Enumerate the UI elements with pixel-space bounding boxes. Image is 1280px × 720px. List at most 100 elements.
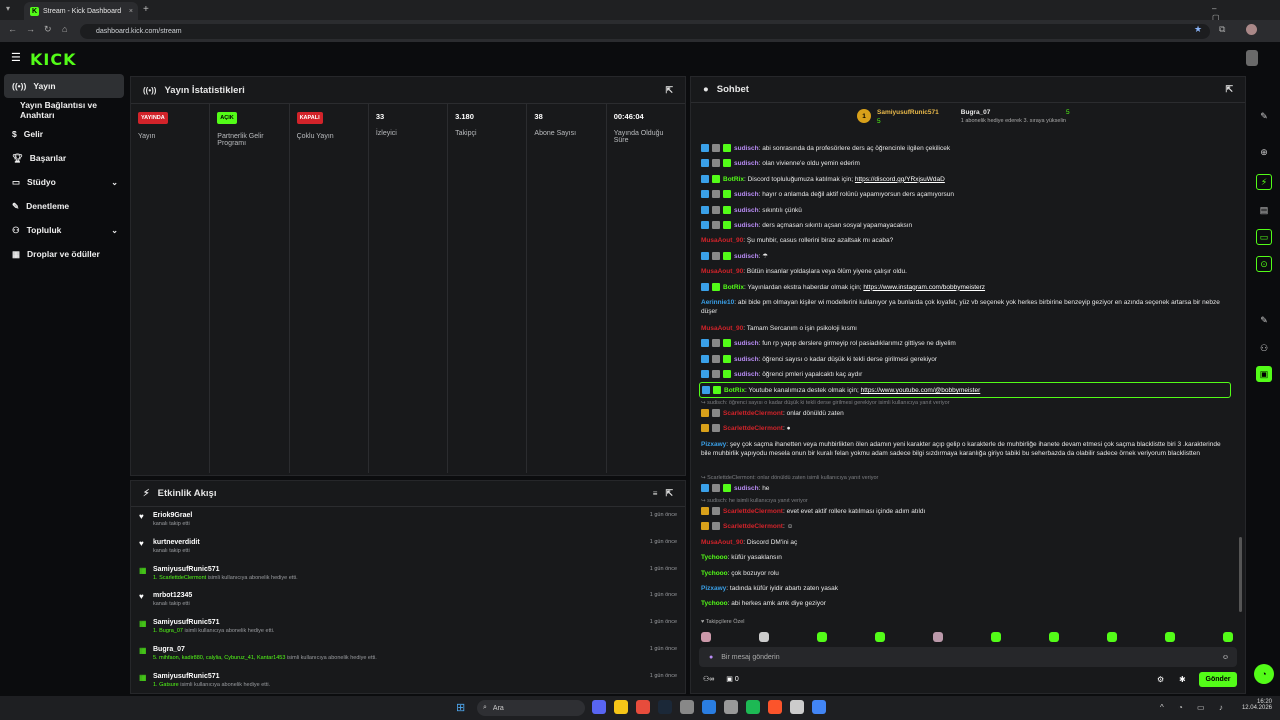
lightning-icon[interactable]: ⚡︎ [1256, 174, 1272, 190]
sidebar-item-droplar[interactable]: ▦ Droplar ve ödüller [0, 242, 128, 266]
gear-icon[interactable]: ✱ [1179, 675, 1186, 684]
chest-icon[interactable]: ▣ 0 [726, 675, 738, 683]
taskbar-app-icon[interactable] [636, 700, 650, 714]
chat-username[interactable]: ScarlettdeClermont [723, 523, 783, 530]
emote-icon[interactable] [1223, 632, 1233, 642]
chat-username[interactable]: ScarlettdeClermont [723, 425, 783, 432]
settings-icon[interactable]: ⚙ [1157, 675, 1164, 684]
activity-user[interactable]: Bugra_07 [153, 646, 377, 653]
chat-username[interactable]: sudisch [734, 253, 759, 260]
filter-icon[interactable]: ≡ [653, 489, 658, 498]
profile-avatar[interactable] [1246, 24, 1257, 35]
chat-message[interactable]: BotRix: Discord topluluğumuza katılmak i… [691, 172, 1239, 187]
chat-username[interactable]: MusaAout_90 [701, 325, 743, 332]
chat-username[interactable]: BotRix [723, 176, 744, 183]
chat-message[interactable]: ScarlettdeClermont: evet evet aktif roll… [691, 504, 1239, 519]
sidebar-item-yayin[interactable]: ((•)) Yayın [4, 74, 124, 98]
chat-message[interactable]: MusaAout_90: Şu muhbir, casus rollerini … [691, 233, 1239, 248]
chat-username[interactable]: Tychooo [701, 554, 728, 561]
emote-icon[interactable] [991, 632, 1001, 642]
activity-user[interactable]: mrbot12345 [153, 592, 192, 599]
emoji-icon[interactable]: ☺ [1222, 654, 1229, 661]
activity-user[interactable]: Eriok9Grael [153, 512, 192, 519]
chat-message[interactable]: MusaAout_90: Tamam Sercanım o işin psiko… [691, 321, 1239, 336]
chat-message[interactable]: ScarlettdeClermont: ● [691, 421, 1239, 436]
emote-icon[interactable] [1107, 632, 1117, 642]
chat-message[interactable]: MusaAout_90: Bütün insanlar yoldaşlara v… [691, 264, 1239, 279]
chat-message[interactable]: sudisch: abi sonrasında da profesörlere … [691, 141, 1239, 156]
taskbar-app-icon[interactable] [658, 700, 672, 714]
reload-icon[interactable]: ↻ [44, 24, 52, 35]
chat-link[interactable]: https://discord.gg/YRxjsuWdaD [855, 176, 945, 183]
emote-icon[interactable] [759, 632, 769, 642]
kick-logo[interactable]: KICK [30, 50, 77, 69]
taskbar-app-icon[interactable] [614, 700, 628, 714]
menu-icon[interactable]: ☰ [11, 51, 21, 64]
chat-message[interactable]: Pizxawy: tadında küfür iyidir abartı zat… [691, 581, 1239, 596]
tray-icons[interactable]: ^ ◔ ▭ ♪ [1160, 703, 1229, 712]
taskbar-app-icon[interactable] [724, 700, 738, 714]
popout-icon[interactable]: ⇱ [1225, 84, 1233, 95]
document-icon[interactable]: ▤ [1256, 202, 1272, 218]
bookmark-star-icon[interactable]: ★ [1194, 24, 1202, 35]
chat-message[interactable]: sudisch: fun rp yapıp derslere girmeyip … [691, 336, 1239, 351]
chat-message[interactable]: Aerinnie10: abi bide pm olmayan kişiler … [691, 295, 1239, 321]
browser-tab[interactable]: K Stream - Kick Dashboard × [24, 2, 138, 20]
extensions-icon[interactable]: ⧉ [1219, 24, 1225, 35]
sidebar-item-basarilar[interactable]: 🏆︎ Başarılar [0, 146, 128, 170]
user-avatar[interactable] [1246, 50, 1258, 66]
chat-message[interactable]: sudisch: ders açmasan sıkıntı açsan sosy… [691, 218, 1239, 233]
windows-start-icon[interactable]: ⊞ [456, 701, 465, 714]
chat-message[interactable]: sudisch: öğrenci sayısı o kadar düşük ki… [691, 352, 1239, 367]
chat-message[interactable]: MusaAout_90: Discord DM'ini aç [691, 535, 1239, 550]
sidebar-item-studyo[interactable]: ▭ Stüdyo ⌄ [0, 170, 128, 194]
chat-input[interactable]: ● Bir mesaj gönderin ☺ [699, 647, 1237, 667]
activity-user[interactable]: kurtneverdidit [153, 539, 200, 546]
chat-username[interactable]: Pizxawy [701, 585, 726, 592]
chat-message[interactable]: sudisch: ☂ [691, 249, 1239, 264]
chat-username[interactable]: Tychooo [701, 600, 728, 607]
infinity-icon[interactable]: ⚇∞ [703, 675, 714, 683]
taskbar-app-icon[interactable] [746, 700, 760, 714]
chat-username[interactable]: BotRix [723, 284, 744, 291]
chat-username[interactable]: sudisch [734, 222, 759, 229]
chat-link[interactable]: https://www.youtube.com/@bobbymeister [861, 387, 981, 394]
crosshair-icon[interactable]: ⊕ [1256, 144, 1272, 160]
emote-icon[interactable] [875, 632, 885, 642]
chat-username[interactable]: Pizxawy [701, 441, 726, 448]
sidebar-item-stream-key[interactable]: Yayın Bağlantısı ve Anahtarı [0, 98, 128, 122]
popout-icon[interactable]: ⇱ [665, 488, 673, 499]
chat-message[interactable]: BotRix: Youtube kanalımıza destek olmak … [699, 382, 1231, 398]
chat-message[interactable]: sudisch: he [691, 481, 1239, 496]
chat-username[interactable]: Tychooo [701, 570, 728, 577]
activity-user[interactable]: SamiyusufRunic571 [153, 566, 298, 573]
chat-username[interactable]: BotRix [724, 387, 745, 394]
tab-list-icon[interactable]: ▾ [6, 4, 10, 13]
chat-link[interactable]: https://www.instagram.com/bobbymeisterz [863, 284, 985, 291]
chat-message[interactable]: Tychooo: abi herkes amk amk diye geziyor [691, 596, 1239, 611]
chat-message[interactable]: BotRix: Yayınlardan ekstra haberdar olma… [691, 280, 1239, 295]
chat-username[interactable]: MusaAout_90 [701, 237, 743, 244]
taskbar-app-icon[interactable] [702, 700, 716, 714]
chat-message[interactable]: sudisch: olan vivienne'e oldu yemin eder… [691, 156, 1239, 171]
chat-message[interactable]: sudisch: öğrenci pmleri yapalcaktı kaç a… [691, 367, 1239, 382]
emote-icon[interactable] [701, 632, 711, 642]
help-chat-icon[interactable]: ◔ [1254, 664, 1274, 684]
chat-message[interactable]: ScarlettdeClermont: onlar dönüldü zaten [691, 406, 1239, 421]
mic-icon[interactable]: ● [709, 654, 713, 661]
taskbar-app-icon[interactable] [790, 700, 804, 714]
chat-username[interactable]: MusaAout_90 [701, 539, 743, 546]
taskbar-app-icon[interactable] [768, 700, 782, 714]
emote-icon[interactable] [1049, 632, 1059, 642]
chat-username[interactable]: sudisch [734, 371, 759, 378]
back-icon[interactable]: ← [8, 24, 17, 34]
activity-user[interactable]: SamiyusufRunic571 [153, 619, 274, 626]
chat-username[interactable]: MusaAout_90 [701, 268, 743, 275]
chat-username[interactable]: sudisch [734, 160, 759, 167]
chat-message[interactable]: sudisch: hayır o anlamda değil aktif rol… [691, 187, 1239, 202]
forward-icon[interactable]: → [26, 24, 35, 34]
chat-username[interactable]: sudisch [734, 207, 759, 214]
chat-message[interactable]: sudisch: sıkıntılı çünkü [691, 203, 1239, 218]
taskbar-app-icon[interactable] [680, 700, 694, 714]
chat-message[interactable]: Tychooo: çok bozuyor rolu [691, 566, 1239, 581]
